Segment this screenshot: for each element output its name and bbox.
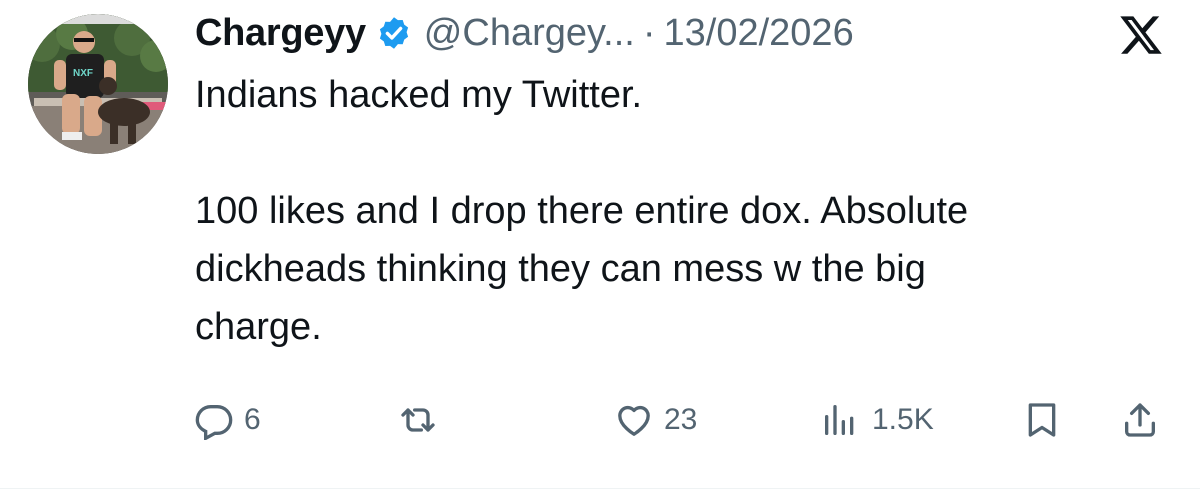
avatar[interactable]: NXF <box>28 14 168 154</box>
reply-button[interactable]: 6 <box>194 392 261 448</box>
display-name[interactable]: Chargeyy <box>195 12 366 55</box>
views-icon <box>818 400 862 440</box>
retweet-icon <box>396 400 440 440</box>
reply-count: 6 <box>244 403 261 436</box>
tweet-line-2: 100 likes and I drop there entire dox. A… <box>195 190 969 348</box>
heart-icon <box>614 400 654 440</box>
avatar-shirt-text: NXF <box>73 68 93 79</box>
like-button[interactable]: 23 <box>614 392 697 448</box>
user-handle[interactable]: @Chargey... <box>424 12 635 55</box>
views-count: 1.5K <box>872 403 934 436</box>
tweet-card: NXF Chargeyy @Chargey... · 13/02/2026 In… <box>0 0 1200 494</box>
share-button[interactable] <box>1120 392 1160 448</box>
reply-icon <box>194 400 234 440</box>
x-logo-icon <box>1118 12 1164 58</box>
retweet-button[interactable] <box>396 392 440 448</box>
views-button[interactable]: 1.5K <box>818 392 934 448</box>
bottom-divider <box>0 488 1200 489</box>
bookmark-icon <box>1022 400 1062 440</box>
like-count: 23 <box>664 403 698 436</box>
header-separator: · <box>642 11 656 54</box>
share-icon <box>1120 400 1160 440</box>
verified-badge-icon <box>376 15 412 51</box>
tweet-header: Chargeyy @Chargey... · 13/02/2026 <box>195 6 854 60</box>
tweet-text: Indians hacked my Twitter. 100 likes and… <box>195 66 1185 356</box>
avatar-photo: NXF <box>28 14 168 154</box>
tweet-date[interactable]: 13/02/2026 <box>664 12 854 55</box>
bookmark-button[interactable] <box>1022 392 1062 448</box>
action-bar: 6 23 1.5K <box>0 392 1200 448</box>
tweet-line-1: Indians hacked my Twitter. <box>195 74 643 116</box>
